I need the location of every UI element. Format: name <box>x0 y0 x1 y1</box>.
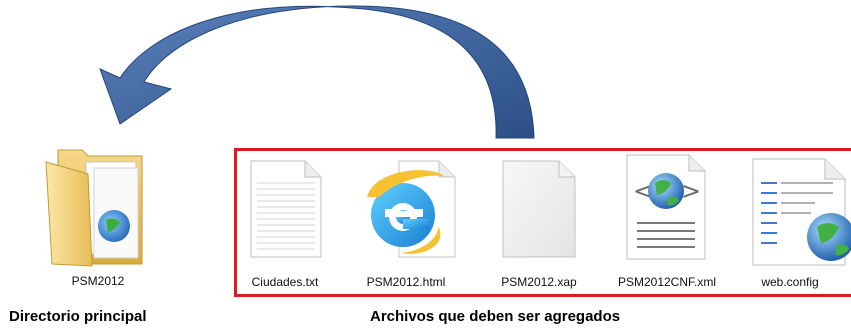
blank-file-icon <box>502 160 576 258</box>
internet-explorer-icon <box>367 160 456 258</box>
xml-file-icon: < > <box>626 154 706 260</box>
main-folder-item[interactable]: PSM2012 <box>42 140 154 290</box>
files-group-frame: Ciudades.txt PSM2012.html PSM2012.xap < … <box>234 148 851 297</box>
file-name-label: PSM2012.xap <box>501 275 577 289</box>
folder-caption: Directorio principal <box>9 308 147 325</box>
folder-name-label: PSM2012 <box>71 274 125 288</box>
files-group-caption: Archivos que deben ser agregados <box>370 308 621 325</box>
config-file-icon <box>752 158 851 266</box>
file-name-label: PSM2012.html <box>366 275 446 289</box>
text-file-icon <box>250 160 322 258</box>
folder-icon <box>45 149 143 267</box>
file-name-label: web.config <box>761 275 819 289</box>
file-name-label: PSM2012CNF.xml <box>617 275 717 289</box>
file-name-label: Ciudades.txt <box>251 275 319 289</box>
svg-text:>: > <box>681 177 701 205</box>
